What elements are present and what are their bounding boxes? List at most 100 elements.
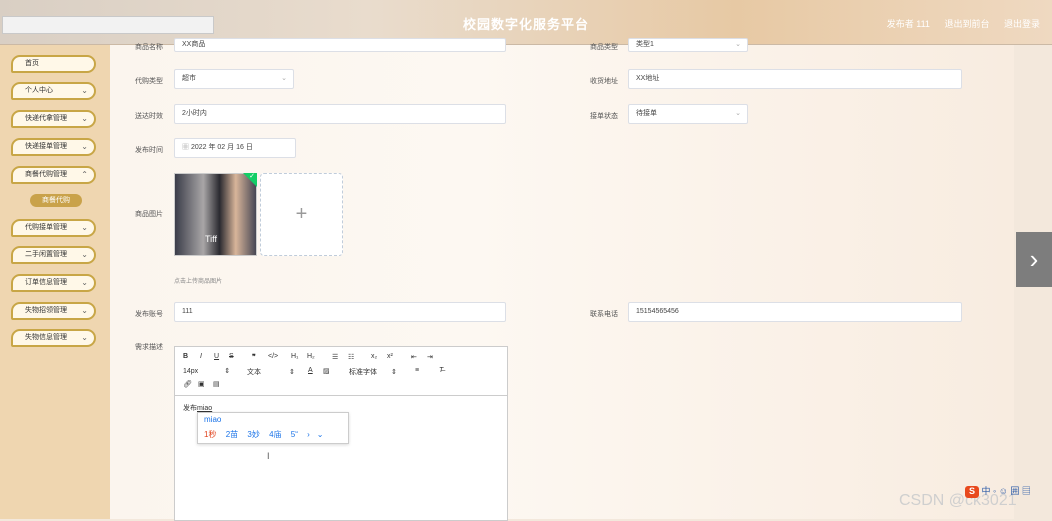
image-icon[interactable]: ▣ <box>198 380 205 388</box>
code-icon[interactable]: </> <box>268 353 278 360</box>
product-name-input[interactable]: XX商品 <box>174 38 506 52</box>
ime-candidate[interactable]: 5“ <box>291 430 298 439</box>
font-color-icon[interactable]: A <box>308 367 313 374</box>
chevron-down-icon: ⌄ <box>735 110 741 117</box>
plus-icon: + <box>295 203 308 225</box>
sidebar-item-orders[interactable]: 订单信息管理 ⌄ <box>11 274 96 292</box>
top-header: 校园数字化服务平台 发布者 111 退出到前台 退出登录 <box>0 0 1052 45</box>
sogou-ime-toolbar[interactable]: S 中 ◦ ☺ 囲 ▤ <box>965 484 1031 498</box>
chevron-down-icon: ⌄ <box>81 223 88 232</box>
image-caption: Tiff <box>205 234 218 244</box>
purchase-type-label: 代购类型 <box>135 78 163 85</box>
select-arrows-icon: ⇕ <box>391 369 397 376</box>
ime-candidate[interactable]: 1秒 <box>204 430 216 439</box>
outdent-icon[interactable]: ⇤ <box>411 353 417 361</box>
sidebar-item-label: 订单信息管理 <box>25 279 67 286</box>
sidebar-item-label: 代购接单管理 <box>25 224 67 231</box>
chevron-down-icon: ⌄ <box>81 306 88 315</box>
text-type-select[interactable]: 文本 ⇕ <box>247 367 295 377</box>
order-status-label: 接单状态 <box>590 113 618 120</box>
sidebar-item-label: 失物招领管理 <box>25 307 67 314</box>
sidebar-item-express-orders[interactable]: 快递接单管理 ⌄ <box>11 138 96 156</box>
ime-candidate[interactable]: 4庙 <box>269 430 281 439</box>
sidebar-item-label: 快递接单管理 <box>25 143 67 150</box>
logout-link[interactable]: 退出登录 <box>1004 19 1040 29</box>
product-name-label: 商品名称 <box>135 44 163 51</box>
h2-icon[interactable]: H₂ <box>307 353 315 360</box>
image-label: 商品图片 <box>135 211 163 218</box>
chevron-down-icon: ⌄ <box>81 114 88 123</box>
superscript-icon[interactable]: x² <box>387 353 393 360</box>
strike-icon[interactable]: S <box>229 353 234 360</box>
account-input[interactable]: 111 <box>174 302 506 322</box>
chevron-down-icon: ⌄ <box>81 142 88 151</box>
align-icon[interactable]: ≡ <box>415 367 419 374</box>
uploaded-image[interactable]: ✓ Tiff <box>174 173 257 256</box>
link-icon[interactable]: 🔗︎ <box>183 380 192 388</box>
delivery-time-input[interactable]: 2小时内 <box>174 104 506 124</box>
video-icon[interactable]: ▤ <box>213 380 220 388</box>
product-type-select[interactable]: 类型1 ⌄ <box>628 38 748 52</box>
font-family-value: 标准字体 <box>349 369 377 376</box>
bold-icon[interactable]: B <box>183 353 188 360</box>
text-type-value: 文本 <box>247 369 261 376</box>
sidebar-item-secondhand[interactable]: 二手闲置管理 ⌄ <box>11 246 96 264</box>
font-family-select[interactable]: 标准字体 ⇕ <box>349 367 397 377</box>
sidebar-item-purchase[interactable]: 商餐代购管理 ⌃ <box>11 166 96 184</box>
sidebar-item-label: 快递代拿管理 <box>25 115 67 122</box>
chevron-down-icon[interactable]: ⌄ <box>317 430 324 439</box>
sidebar-item-lost-found[interactable]: 失物招领管理 ⌄ <box>11 302 96 320</box>
quote-icon[interactable]: ❞ <box>252 353 256 361</box>
clear-format-icon[interactable]: T̶ <box>439 367 443 374</box>
calendar-icon: ▦ <box>182 144 191 151</box>
chevron-down-icon: ⌄ <box>81 250 88 259</box>
bullet-list-icon[interactable]: ☷ <box>348 353 354 361</box>
delivery-address-label: 收货地址 <box>590 78 618 85</box>
current-user: 发布者 111 <box>886 19 930 29</box>
chevron-down-icon: ⌄ <box>81 333 88 342</box>
underline-icon[interactable]: U <box>214 353 219 360</box>
phone-input[interactable]: 15154565456 <box>628 302 962 322</box>
sidebar-item-label: 个人中心 <box>25 87 53 94</box>
chevron-right-icon: › <box>1029 244 1039 274</box>
chevron-down-icon: ⌄ <box>81 86 88 95</box>
text-cursor-icon: I <box>267 451 270 461</box>
chevron-right-icon[interactable]: › <box>307 430 310 439</box>
editor-toolbar: B I U S ❞ </> H₁ H₂ ☰ ☷ x₂ x² ⇤ ⇥ 14px ⇕ … <box>175 347 507 396</box>
order-status-select[interactable]: 待接单 ⌄ <box>628 104 748 124</box>
ime-candidates: 1秒 2苗 3妙 4庙 5“ › ⌄ <box>204 429 330 440</box>
purchase-type-value: 超市 <box>182 75 196 82</box>
sidebar-item-label: 二手闲置管理 <box>25 251 67 258</box>
italic-icon[interactable]: I <box>200 353 202 360</box>
phone-label: 联系电话 <box>590 311 618 318</box>
composing-text: miao <box>197 405 213 412</box>
upload-button[interactable]: + <box>260 173 343 256</box>
h1-icon[interactable]: H₁ <box>291 353 298 360</box>
account-label: 发布账号 <box>135 311 163 318</box>
ime-candidate[interactable]: 3妙 <box>247 430 259 439</box>
next-slide-button[interactable]: › <box>1016 232 1052 287</box>
select-arrows-icon: ⇕ <box>289 369 295 376</box>
sidebar-item-express[interactable]: 快递代拿管理 ⌄ <box>11 110 96 128</box>
sidebar-item-label: 首页 <box>25 60 39 67</box>
back-to-frontend-link[interactable]: 退出到前台 <box>944 19 989 29</box>
ime-candidate-window: miao 1秒 2苗 3妙 4庙 5“ › ⌄ <box>197 412 349 444</box>
ime-candidate[interactable]: 2苗 <box>226 430 238 439</box>
sidebar-item-lost-info[interactable]: 失物信息管理 ⌄ <box>11 329 96 347</box>
delivery-address-input[interactable]: XX地址 <box>628 69 962 89</box>
purchase-type-select[interactable]: 超市 ⌄ <box>174 69 294 89</box>
font-size-select[interactable]: 14px ⇕ <box>183 367 230 375</box>
sidebar-item-profile[interactable]: 个人中心 ⌄ <box>11 82 96 100</box>
subscript-icon[interactable]: x₂ <box>371 353 377 360</box>
background-color-icon[interactable]: ▨ <box>323 367 330 375</box>
sidebar-item-purchase-orders[interactable]: 代购接单管理 ⌄ <box>11 219 96 237</box>
sidebar-item-home[interactable]: 首页 <box>11 55 96 73</box>
indent-icon[interactable]: ⇥ <box>427 353 433 361</box>
ordered-list-icon[interactable]: ☰ <box>332 353 338 361</box>
sogou-toolbar-text: 中 ◦ ☺ 囲 ▤ <box>981 486 1031 496</box>
submenu-purchase[interactable]: 商餐代购 <box>30 194 82 207</box>
chevron-down-icon: ⌄ <box>281 75 287 82</box>
delivery-time-label: 送达时效 <box>135 113 163 120</box>
publish-time-input[interactable]: ▦ 2022 年 02 月 16 日 <box>174 138 296 158</box>
header-links: 发布者 111 退出到前台 退出登录 <box>875 17 1040 30</box>
